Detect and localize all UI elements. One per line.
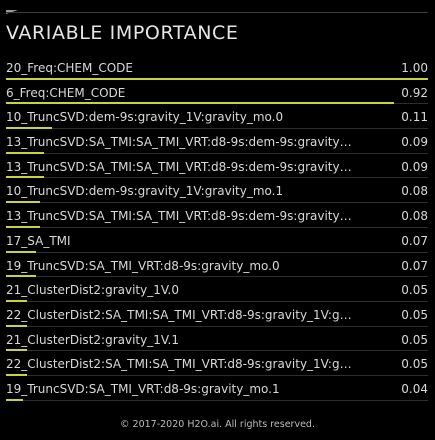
importance-value: 0.92 <box>401 85 428 100</box>
copyright-footer: © 2017-2020 H2O.ai. All rights reserved. <box>120 419 315 430</box>
importance-bar <box>6 324 28 327</box>
importance-bar <box>6 201 40 204</box>
importance-bar <box>6 250 36 253</box>
importance-bar <box>6 127 53 130</box>
importance-value: 0.05 <box>401 332 428 347</box>
importance-bar <box>6 398 23 401</box>
importance-row: 19_TruncSVD:SA_TMI_VRT:d8-9s:gravity_mo.… <box>6 255 428 280</box>
importance-track <box>6 202 428 204</box>
importance-bar <box>6 373 28 376</box>
importance-track <box>6 128 428 130</box>
importance-value: 1.00 <box>401 61 428 75</box>
importance-bar <box>6 102 395 105</box>
chart-title: VARIABLE IMPORTANCE <box>6 22 239 44</box>
feature-label: 19_TruncSVD:SA_TMI_VRT:d8-9s:gravity_mo.… <box>6 258 280 273</box>
top-divider <box>6 12 428 13</box>
importance-value: 0.05 <box>401 283 428 298</box>
importance-bar <box>6 349 28 352</box>
importance-value: 0.08 <box>401 184 428 199</box>
importance-track <box>6 399 428 401</box>
feature-label: 13_TruncSVD:SA_TMI:SA_TMI_VRT:d8-9s:dem-… <box>6 209 356 224</box>
importance-track <box>6 374 428 376</box>
importance-row: 13_TruncSVD:SA_TMI:SA_TMI_VRT:d8-9s:dem-… <box>6 131 428 156</box>
feature-label: 19_TruncSVD:SA_TMI_VRT:d8-9s:gravity_mo.… <box>6 381 280 396</box>
importance-value: 0.11 <box>401 110 428 125</box>
importance-row: 10_TruncSVD:dem-9s:gravity_1V:gravity_mo… <box>6 106 428 131</box>
feature-label: 13_TruncSVD:SA_TMI:SA_TMI_VRT:d8-9s:dem-… <box>6 159 356 174</box>
importance-track <box>6 350 428 352</box>
importance-bar <box>6 77 428 80</box>
importance-value: 0.07 <box>401 233 428 248</box>
importance-row: 21_ClusterDist2:gravity_1V.0 0.05 <box>6 279 428 304</box>
importance-row: 19_TruncSVD:SA_TMI_VRT:d8-9s:gravity_mo.… <box>6 378 428 403</box>
importance-bar <box>6 151 44 154</box>
importance-value: 0.04 <box>401 381 428 396</box>
importance-track <box>6 226 428 228</box>
importance-row: 21_ClusterDist2:gravity_1V.1 0.05 <box>6 329 428 354</box>
importance-value: 0.05 <box>401 357 428 372</box>
importance-bar <box>6 299 28 302</box>
importance-row: 20_Freq:CHEM_CODE 1.00 <box>6 57 428 82</box>
importance-bar <box>6 176 44 179</box>
importance-track <box>6 251 428 253</box>
importance-row: 22_ClusterDist2:SA_TMI:SA_TMI_VRT:d8-9s:… <box>6 304 428 329</box>
feature-label: 22_ClusterDist2:SA_TMI:SA_TMI_VRT:d8-9s:… <box>6 357 356 372</box>
importance-track <box>6 276 428 278</box>
importance-track <box>6 177 428 179</box>
feature-label: 10_TruncSVD:dem-9s:gravity_1V:gravity_mo… <box>6 110 284 125</box>
importance-row: 10_TruncSVD:dem-9s:gravity_1V:gravity_mo… <box>6 180 428 205</box>
importance-row: 17_SA_TMI 0.07 <box>6 230 428 255</box>
importance-row: 22_ClusterDist2:SA_TMI:SA_TMI_VRT:d8-9s:… <box>6 353 428 378</box>
feature-label: 21_ClusterDist2:gravity_1V.1 <box>6 332 179 347</box>
importance-value: 0.05 <box>401 307 428 322</box>
feature-label: 13_TruncSVD:SA_TMI:SA_TMI_VRT:d8-9s:dem-… <box>6 135 356 150</box>
importance-value: 0.09 <box>401 135 428 150</box>
feature-label: 6_Freq:CHEM_CODE <box>6 85 126 100</box>
importance-bar <box>6 225 40 228</box>
feature-label: 10_TruncSVD:dem-9s:gravity_1V:gravity_mo… <box>6 184 284 199</box>
importance-bar <box>6 275 36 278</box>
feature-label: 17_SA_TMI <box>6 233 71 248</box>
importance-value: 0.08 <box>401 209 428 224</box>
importance-row: 13_TruncSVD:SA_TMI:SA_TMI_VRT:d8-9s:dem-… <box>6 156 428 181</box>
importance-track <box>6 300 428 302</box>
importance-value: 0.07 <box>401 258 428 273</box>
feature-label: 22_ClusterDist2:SA_TMI:SA_TMI_VRT:d8-9s:… <box>6 307 356 322</box>
feature-label: 20_Freq:CHEM_CODE <box>6 61 133 75</box>
importance-row: 6_Freq:CHEM_CODE 0.92 <box>6 82 428 107</box>
importance-track <box>6 325 428 327</box>
importance-value: 0.09 <box>401 159 428 174</box>
feature-label: 21_ClusterDist2:gravity_1V.0 <box>6 283 179 298</box>
importance-row: 13_TruncSVD:SA_TMI:SA_TMI_VRT:d8-9s:dem-… <box>6 205 428 230</box>
importance-track <box>6 152 428 154</box>
variable-importance-list: 20_Freq:CHEM_CODE 1.00 6_Freq:CHEM_CODE 0.9… <box>6 57 428 403</box>
